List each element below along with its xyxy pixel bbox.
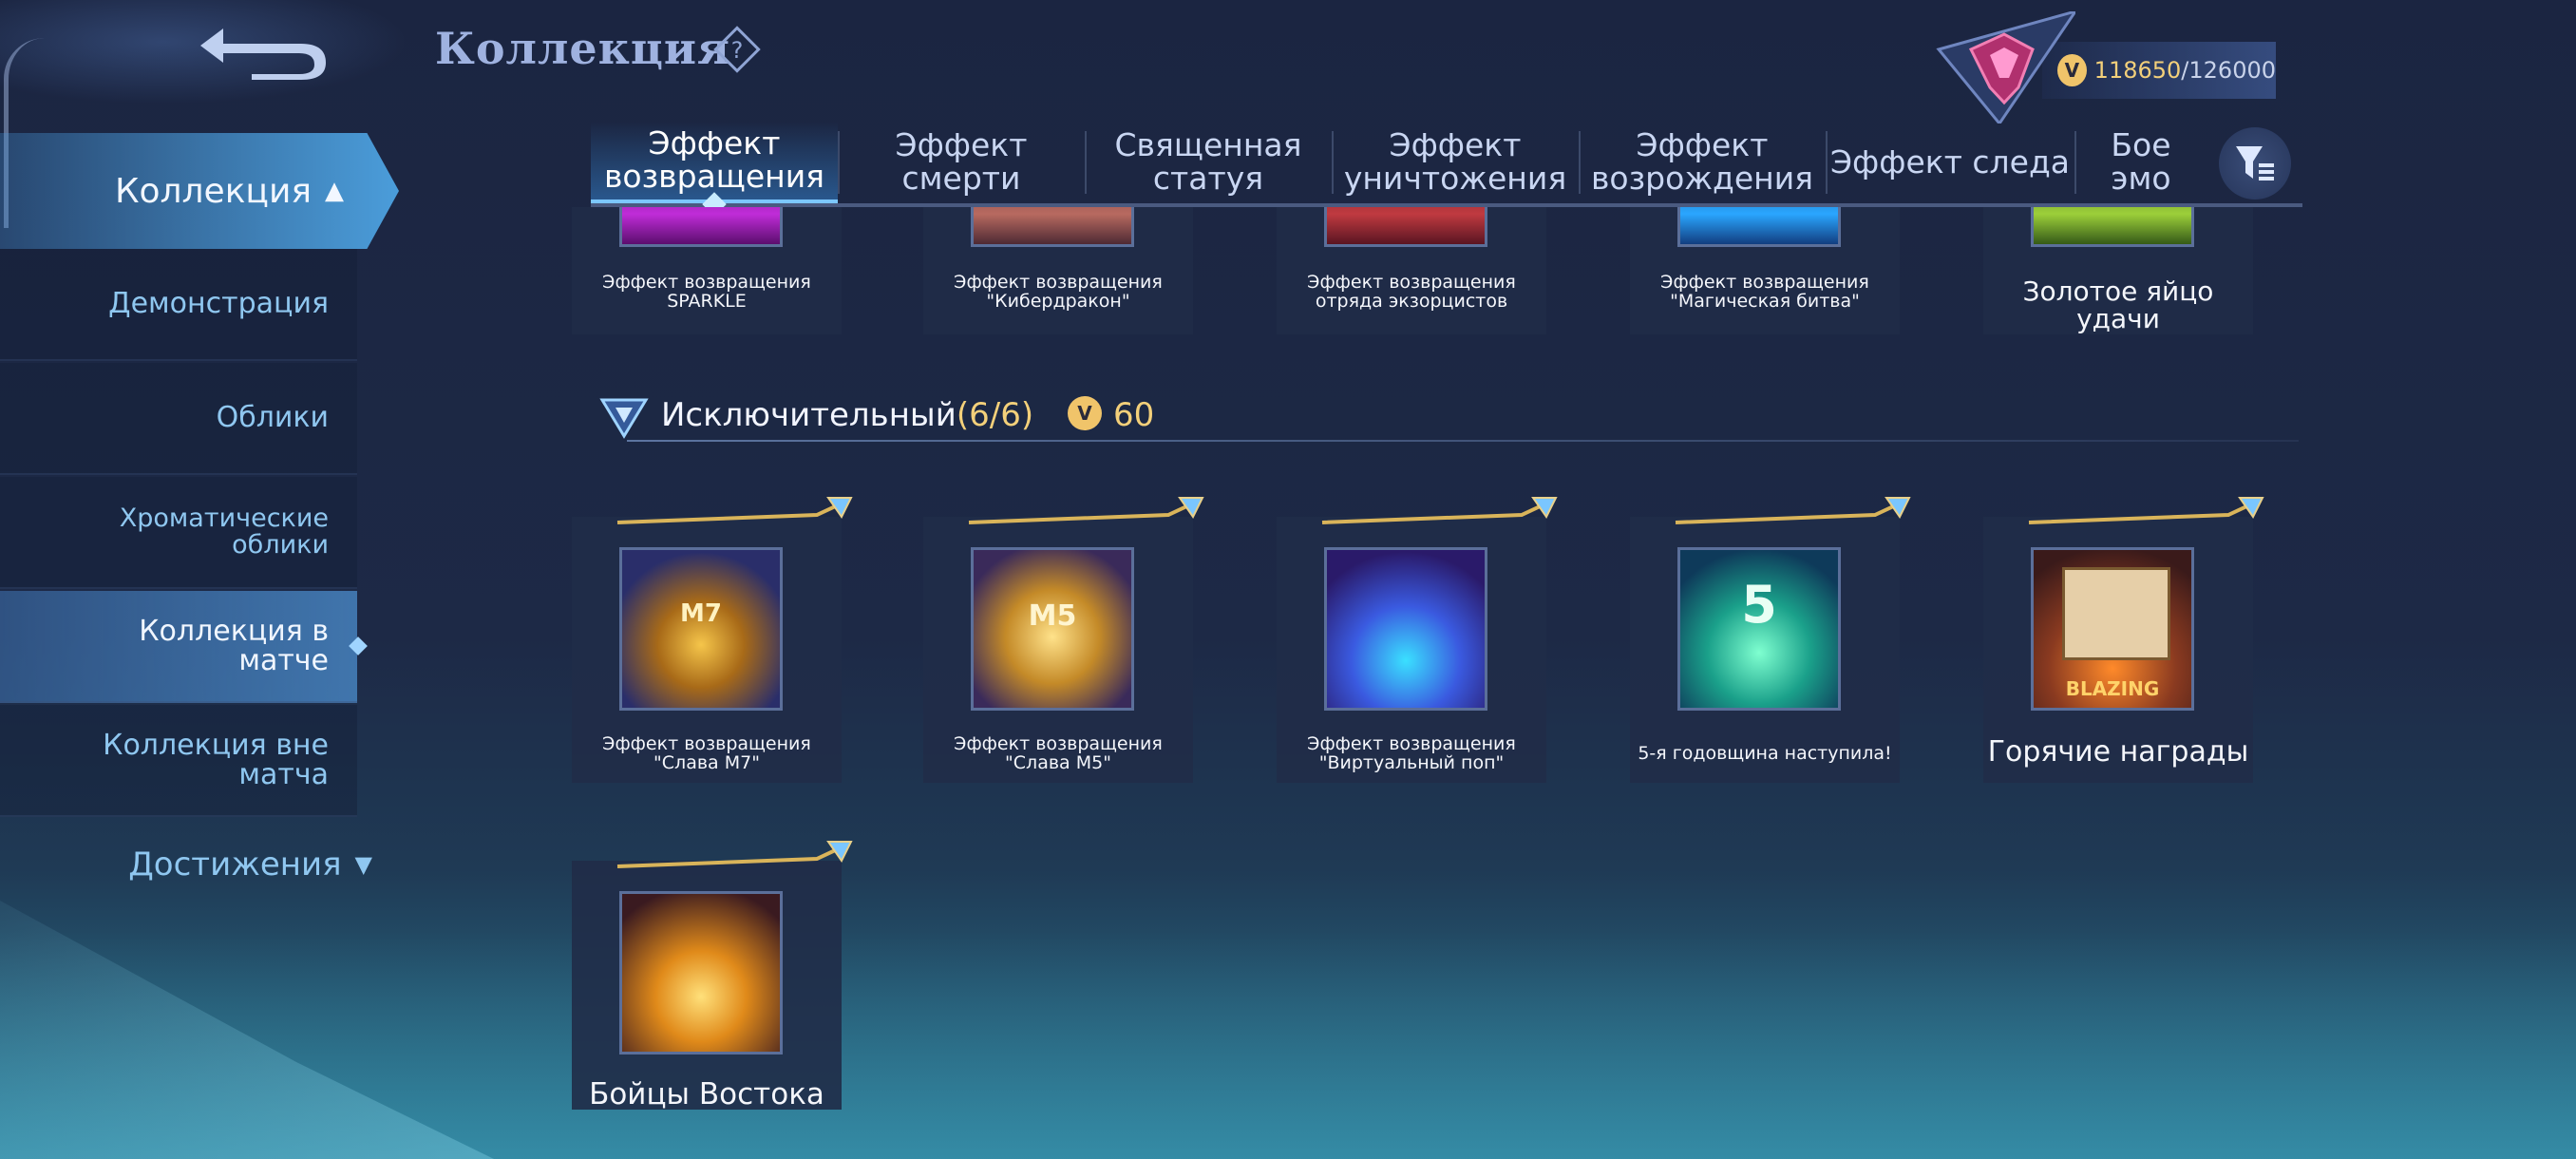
card-corner-ornament — [1321, 497, 1558, 524]
card-label: Эффект возвращения отряда экзорцистов — [1307, 272, 1516, 312]
svg-text:?: ? — [731, 37, 744, 64]
tab-return-effect[interactable]: Эффект возвращения — [591, 122, 838, 203]
sidebar-item-demonstration[interactable]: Демонстрация — [0, 249, 357, 361]
sidebar-item-label: Коллекция вне матча — [103, 728, 329, 791]
card-image — [619, 891, 783, 1054]
card-label: Эффект возвращения "Магическая битва" — [1660, 272, 1869, 312]
sidebar-item-label: Хроматические облики — [119, 503, 329, 560]
filter-button[interactable] — [2219, 127, 2291, 200]
sidebar-item-in-match-collection[interactable]: Коллекция в матче — [0, 591, 357, 703]
card-image — [1324, 207, 1487, 247]
card-label: Золотое яйцо удачи — [2022, 276, 2214, 335]
sidebar-item-chromatic-skins[interactable]: Хроматические облики — [0, 477, 357, 589]
chevron-up-icon: ▲ — [325, 177, 344, 205]
collection-card-hot-rewards[interactable]: BLAZING Горячие награды — [1983, 497, 2264, 783]
sidebar-item-out-of-match-collection[interactable]: Коллекция вне матча — [0, 705, 357, 817]
collection-card-cyberdragon[interactable]: Эффект возвращения "Кибердракон" — [923, 207, 1193, 334]
collection-card-sparkle[interactable]: Эффект возвращения SPARKLE — [572, 207, 842, 334]
back-arrow-icon — [200, 28, 326, 80]
card-image: M5 — [971, 547, 1134, 711]
collection-card-eastern-fighters[interactable]: Бойцы Востока — [572, 841, 853, 1110]
card-image — [1324, 547, 1487, 711]
card-image — [1677, 207, 1841, 247]
card-image: M7 — [619, 547, 783, 711]
card-image — [2031, 207, 2194, 247]
rarity-icon — [598, 392, 650, 444]
sidebar-item-collection[interactable]: Коллекция ▲ — [0, 133, 399, 249]
card-corner-ornament — [1675, 497, 1911, 524]
card-corner-ornament — [616, 497, 853, 524]
currency-value: 118650 — [2093, 57, 2182, 84]
collection-coin-icon: V — [1068, 396, 1102, 430]
filter-icon — [2236, 146, 2274, 180]
tab-sacred-statue[interactable]: Священная статуя — [1085, 122, 1332, 203]
collection-card-5th-anniversary[interactable]: 5 5-я годовщина наступила! — [1630, 497, 1911, 783]
card-label: 5-я годовщина наступила! — [1638, 743, 1892, 764]
tab-elimination-effect[interactable]: Эффект уничтожения — [1332, 122, 1579, 203]
section-divider — [627, 440, 2299, 442]
card-image — [619, 207, 783, 247]
card-corner-ornament — [968, 497, 1204, 524]
sidebar-item-label: Облики — [216, 401, 329, 435]
currency-max: /126000 — [2181, 57, 2276, 84]
card-label: Эффект возвращения "Слава M7" — [602, 733, 811, 773]
section-header-exceptional: Исключительный(6/6) V 60 — [598, 392, 2299, 459]
tab-bar: Эффект возвращения Эффект смерти Священн… — [591, 122, 2302, 207]
sidebar-item-label: Коллекция — [114, 171, 312, 211]
section-title: Исключительный(6/6) — [661, 396, 1034, 434]
tab-battle-emote[interactable]: Бое эмо — [2074, 122, 2207, 203]
collection-card-golden-egg[interactable]: Золотое яйцо удачи — [1983, 207, 2253, 334]
wanted-poster — [2062, 567, 2170, 660]
tab-respawn-effect[interactable]: Эффект возрождения — [1579, 122, 1826, 203]
sidebar-item-achievements[interactable]: Достижения ▼ — [0, 836, 372, 893]
card-label: Горячие награды — [1987, 735, 2249, 769]
card-image — [971, 207, 1134, 247]
section-count: (6/6) — [956, 396, 1034, 434]
page-title: Коллекция — [435, 23, 730, 74]
collection-card-magic-battle[interactable]: Эффект возвращения "Магическая битва" — [1630, 207, 1900, 334]
sidebar-item-label: Достижения — [128, 846, 342, 884]
card-label: Эффект возвращения "Кибердракон" — [954, 272, 1163, 312]
collection-card-virtual-pop[interactable]: Эффект возвращения "Виртуальный поп" — [1277, 497, 1558, 783]
sidebar-item-label: Демонстрация — [108, 287, 329, 321]
card-label: Эффект возвращения "Виртуальный поп" — [1307, 733, 1516, 773]
collection-grid: Эффект возвращения SPARKLE Эффект возвра… — [570, 207, 2299, 1110]
back-button[interactable] — [195, 17, 337, 84]
tab-death-effect[interactable]: Эффект смерти — [838, 122, 1085, 203]
card-corner-ornament — [616, 841, 853, 868]
card-image: BLAZING — [2031, 547, 2194, 711]
chevron-down-icon: ▼ — [354, 851, 372, 878]
help-icon[interactable]: ? — [712, 25, 762, 74]
section-points: 60 — [1113, 396, 1155, 434]
currency-display: V 118650/126000 — [2042, 42, 2276, 99]
card-image: 5 — [1677, 547, 1841, 711]
card-label: Эффект возвращения "Слава M5" — [954, 733, 1163, 773]
collection-card-glory-m5[interactable]: M5 Эффект возвращения "Слава M5" — [923, 497, 1204, 783]
rank-emblem-icon[interactable] — [1933, 9, 2079, 126]
collection-card-exorcists[interactable]: Эффект возвращения отряда экзорцистов — [1277, 207, 1546, 334]
tab-trail-effect[interactable]: Эффект следа — [1826, 122, 2074, 203]
collection-card-glory-m7[interactable]: M7 Эффект возвращения "Слава M7" — [572, 497, 853, 783]
sidebar-item-skins[interactable]: Облики — [0, 363, 357, 475]
sidebar-item-label: Коллекция в матче — [139, 614, 329, 677]
card-label: Эффект возвращения SPARKLE — [602, 272, 811, 312]
card-label: Бойцы Востока — [589, 1077, 824, 1110]
card-corner-ornament — [2028, 497, 2264, 524]
